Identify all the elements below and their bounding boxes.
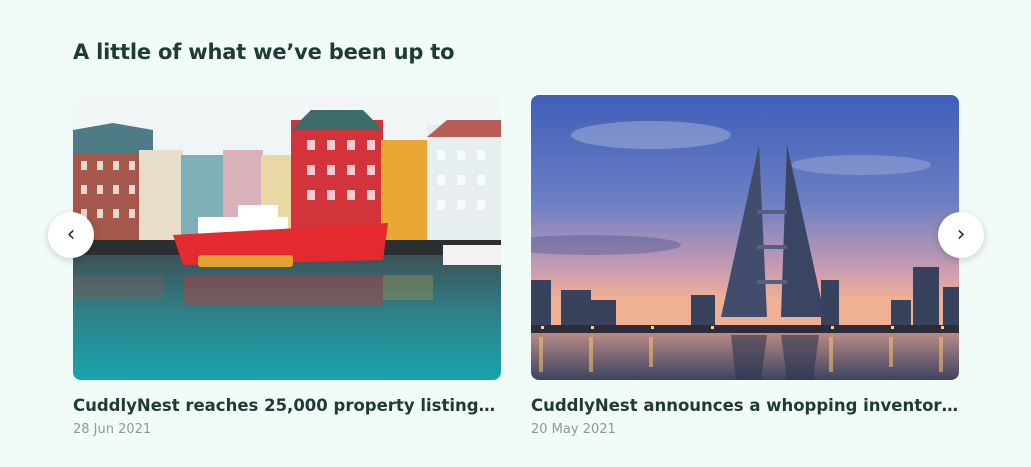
blog-card[interactable]: CuddlyNest announces a whopping inventor… [531, 95, 959, 437]
carousel-next-button[interactable]: › [938, 212, 984, 258]
chevron-left-icon: ‹ [66, 222, 76, 247]
card-image-harbor[interactable] [73, 95, 501, 380]
carousel-prev-button[interactable]: ‹ [48, 212, 94, 258]
card-title[interactable]: CuddlyNest reaches 25,000 property listi… [73, 396, 501, 415]
card-title[interactable]: CuddlyNest announces a whopping inventor… [531, 396, 959, 415]
section-title: A little of what we’ve been up to [73, 40, 455, 64]
card-image-skyline[interactable] [531, 95, 959, 380]
card-date: 28 Jun 2021 [73, 422, 152, 437]
blog-card[interactable]: CuddlyNest reaches 25,000 property listi… [73, 95, 501, 437]
card-date: 20 May 2021 [531, 422, 616, 437]
chevron-right-icon: › [956, 222, 966, 247]
